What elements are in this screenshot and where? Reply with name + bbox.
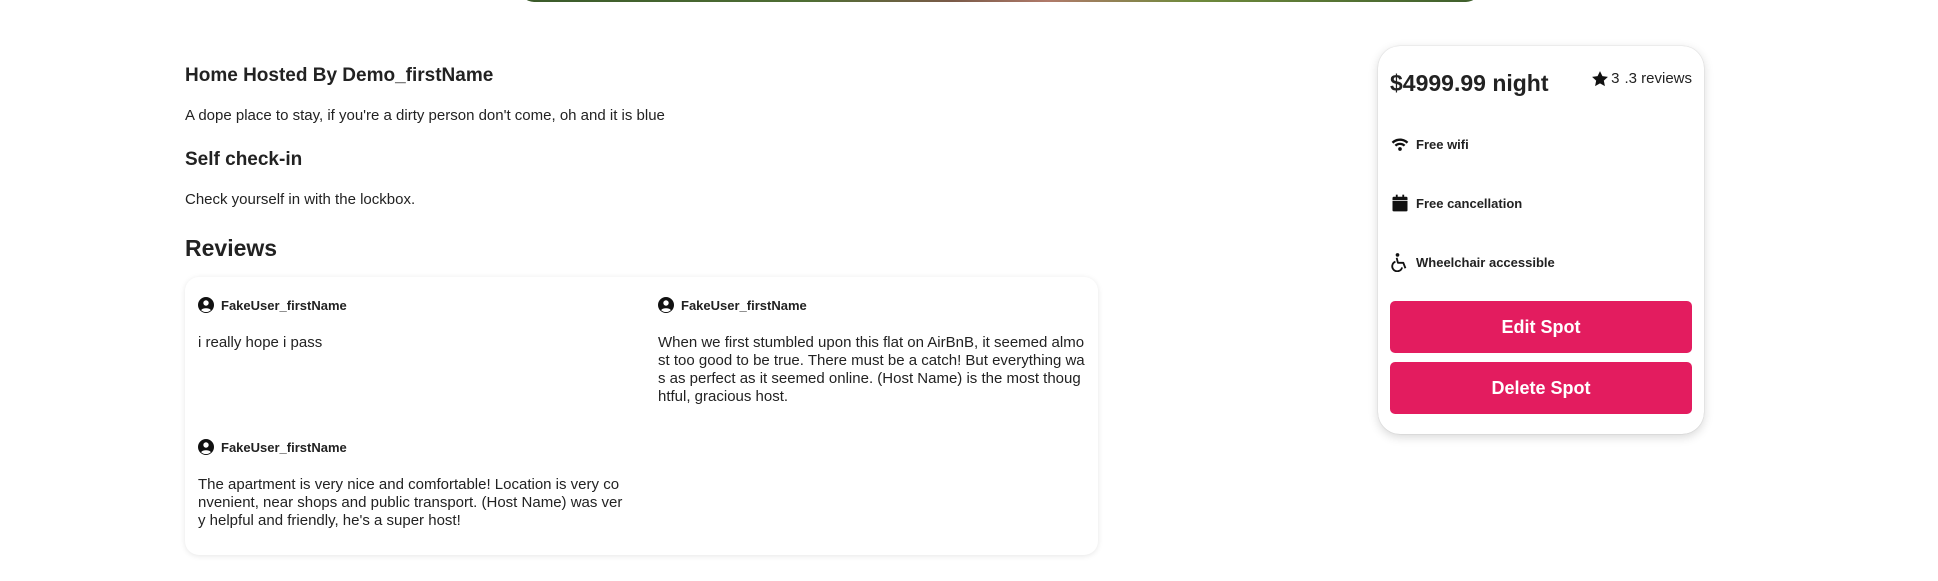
review-text: The apartment is very nice and comfortab… — [198, 476, 623, 529]
review-username: FakeUser_firstName — [681, 297, 807, 313]
edit-spot-button[interactable]: Edit Spot — [1390, 301, 1692, 353]
user-avatar-icon — [198, 439, 214, 455]
reviews-count: .3 reviews — [1624, 70, 1692, 87]
calendar-icon — [1392, 194, 1408, 212]
spot-details: Home Hosted By Demo_firstName A dope pla… — [185, 58, 1100, 555]
reviews-heading: Reviews — [185, 235, 278, 261]
user-avatar-icon — [198, 297, 214, 313]
review-text: i really hope i pass — [198, 334, 323, 351]
review-username: FakeUser_firstName — [221, 297, 347, 313]
wheelchair-icon — [1391, 253, 1407, 272]
spot-image — [520, 0, 1480, 2]
review-username: FakeUser_firstName — [221, 439, 347, 455]
amenity-label: Free cancellation — [1416, 195, 1523, 211]
review-item: FakeUser_firstName The apartment is very… — [198, 439, 658, 581]
rating-value: 3 — [1611, 70, 1620, 87]
spot-description: A dope place to stay, if you're a dirty … — [185, 107, 665, 124]
amenity-accessible: Wheelchair accessible — [1390, 252, 1692, 272]
amenity-wifi: Free wifi — [1390, 134, 1692, 154]
review-user: FakeUser_firstName — [198, 297, 658, 313]
review-item: FakeUser_firstName i really hope i pass — [198, 297, 658, 439]
reviews-list: FakeUser_firstName i really hope i pass … — [185, 277, 1098, 555]
review-user: FakeUser_firstName — [658, 297, 1088, 313]
review-user: FakeUser_firstName — [198, 439, 658, 455]
price: $4999.99 night — [1390, 70, 1549, 96]
amenity-label: Wheelchair accessible — [1416, 254, 1555, 270]
delete-spot-button[interactable]: Delete Spot — [1390, 362, 1692, 414]
amenity-cancellation: Free cancellation — [1390, 193, 1692, 213]
checkin-title: Self check-in — [185, 149, 303, 170]
amenity-label: Free wifi — [1416, 136, 1469, 152]
review-text: When we first stumbled upon this flat on… — [658, 334, 1085, 405]
card-header: $4999.99 night 3 .3 reviews — [1390, 69, 1692, 97]
user-avatar-icon — [658, 297, 674, 313]
booking-card: $4999.99 night 3 .3 reviews Free wifi Fr… — [1378, 46, 1704, 434]
review-item: FakeUser_firstName When we first stumble… — [658, 297, 1088, 439]
wifi-icon — [1391, 138, 1409, 151]
checkin-text: Check yourself in with the lockbox. — [185, 191, 416, 208]
rating: 3 .3 reviews — [1590, 69, 1692, 89]
star-icon — [1592, 71, 1609, 87]
host-title: Home Hosted By Demo_firstName — [185, 65, 494, 86]
